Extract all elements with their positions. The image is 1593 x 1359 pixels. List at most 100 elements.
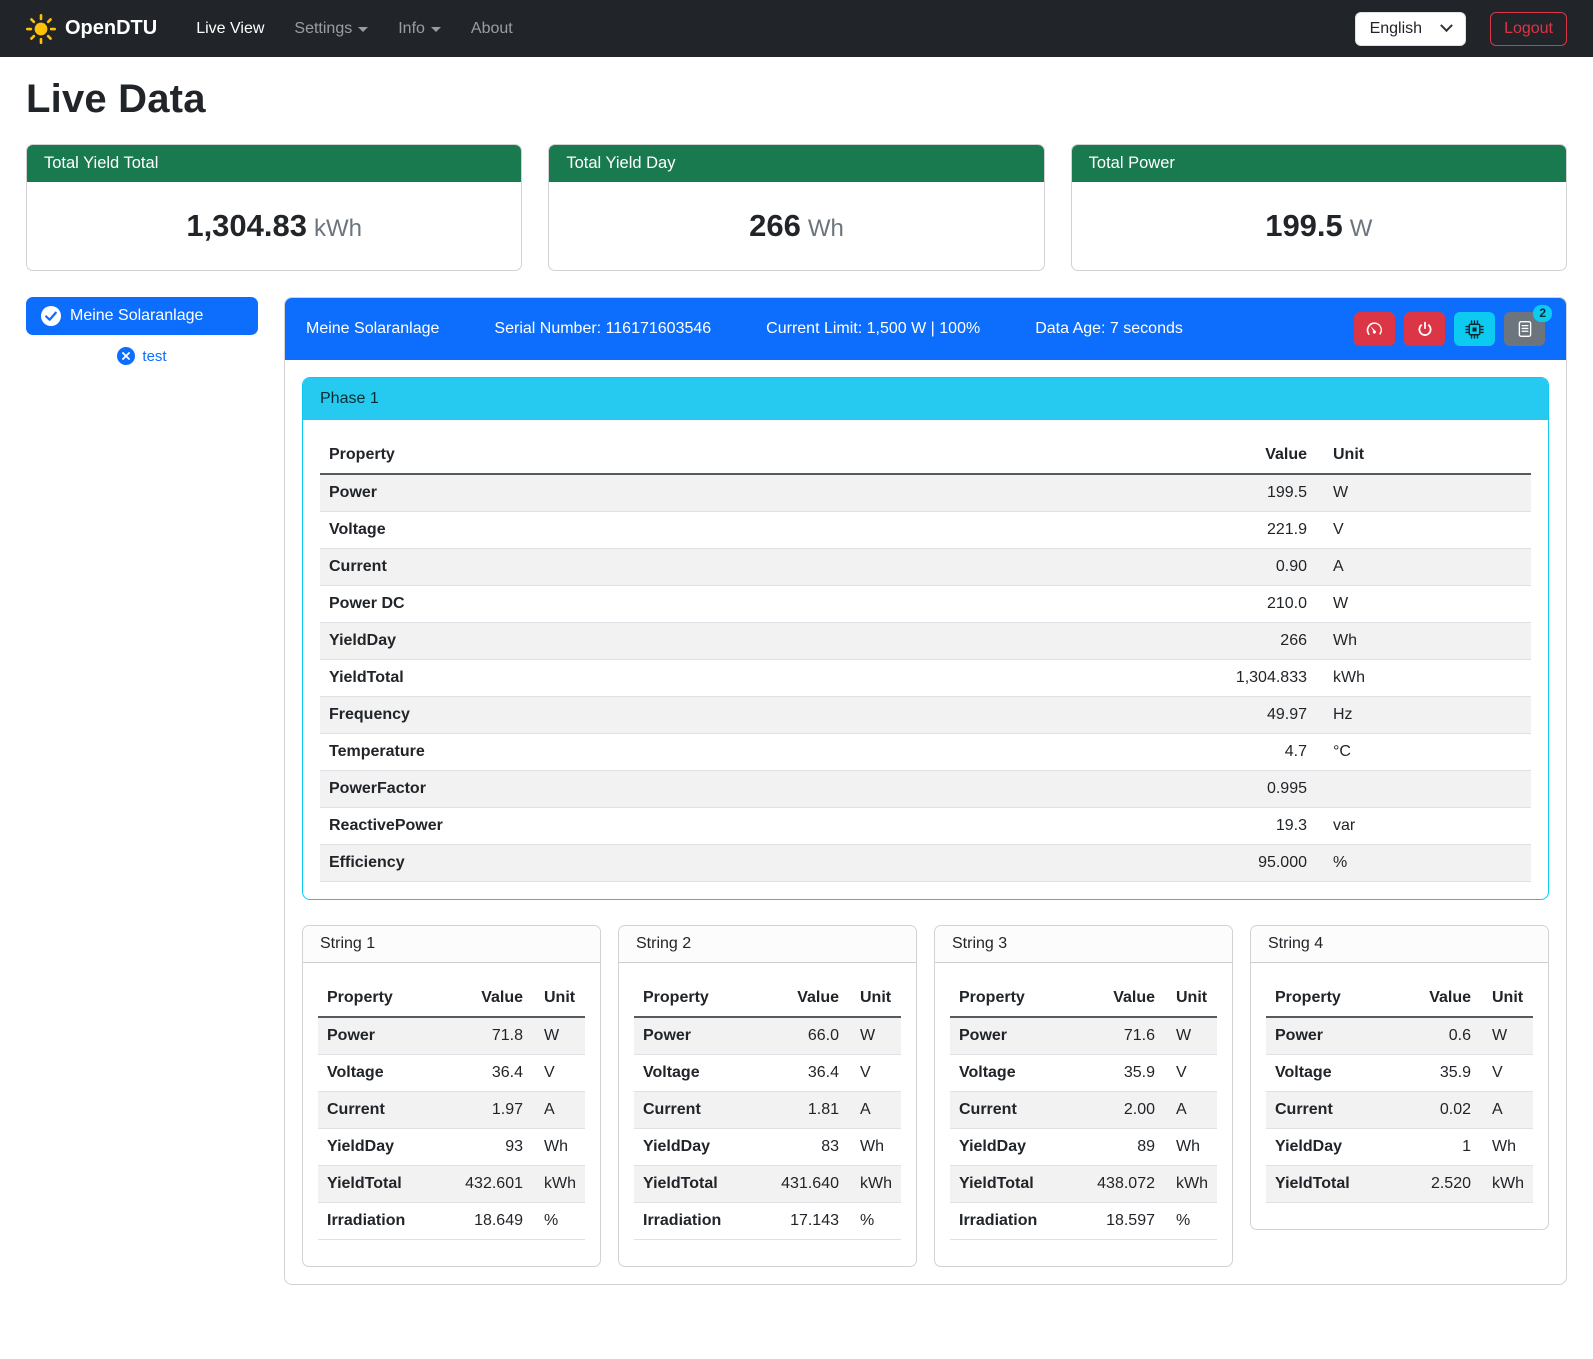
property-cell: Current — [1266, 1092, 1379, 1129]
property-cell: Power DC — [320, 586, 914, 623]
total-yield-day-value: 266 — [749, 208, 801, 243]
journal-list-icon — [1516, 320, 1534, 338]
inverter-sidebar: Meine Solaranlage test — [26, 297, 258, 365]
value-cell: 210.0 — [914, 586, 1316, 623]
table-row: Voltage36.4V — [318, 1055, 585, 1092]
table-header: Property Value Unit — [1266, 980, 1533, 1017]
property-cell: Voltage — [1266, 1055, 1379, 1092]
table-header: Property Value Unit — [950, 980, 1217, 1017]
unit-cell: A — [848, 1092, 901, 1129]
inverter-card-body: Phase 1 Property Value Unit Power199.5WV… — [285, 360, 1566, 1284]
table-row: Power66.0W — [634, 1017, 901, 1055]
table-row: YieldTotal1,304.833kWh — [320, 660, 1531, 697]
table-row: Current1.97A — [318, 1092, 585, 1129]
event-count-badge: 2 — [1533, 305, 1552, 322]
property-cell: YieldTotal — [950, 1166, 1063, 1203]
sidebar-item-test[interactable]: test — [26, 347, 258, 365]
property-cell: PowerFactor — [320, 771, 914, 808]
table-row: Voltage35.9V — [950, 1055, 1217, 1092]
string-card-title: String 2 — [619, 926, 916, 963]
limit-settings-button[interactable] — [1354, 312, 1395, 346]
unit-cell: % — [1164, 1203, 1217, 1240]
table-row: YieldDay93Wh — [318, 1129, 585, 1166]
power-button[interactable] — [1404, 312, 1445, 346]
unit-cell: W — [532, 1017, 585, 1055]
nav-item-label: Settings — [294, 20, 352, 38]
inverter-serial: Serial Number: 116171603546 — [494, 320, 711, 338]
value-cell: 71.8 — [431, 1017, 532, 1055]
string-3-card: String 3 Property Value Unit — [934, 925, 1233, 1267]
property-cell: Irradiation — [318, 1203, 431, 1240]
phase-table: Property Value Unit Power199.5WVoltage22… — [320, 437, 1531, 882]
power-icon — [1416, 320, 1434, 338]
property-cell: YieldDay — [634, 1129, 747, 1166]
language-select[interactable]: English — [1355, 12, 1466, 46]
phase-1-card: Phase 1 Property Value Unit Power199.5WV… — [302, 377, 1549, 900]
total-power-card: Total Power 199.5W — [1071, 144, 1567, 271]
unit-cell: W — [1316, 586, 1531, 623]
table-row: YieldDay83Wh — [634, 1129, 901, 1166]
string-2-card: String 2 Property Value Unit — [618, 925, 917, 1267]
column-header-value: Value — [1063, 980, 1164, 1017]
check-circle-icon — [41, 306, 61, 326]
inverter-name: Meine Solaranlage — [306, 320, 439, 338]
column-header-value: Value — [747, 980, 848, 1017]
property-cell: Frequency — [320, 697, 914, 734]
unit-cell: W — [1164, 1017, 1217, 1055]
property-cell: Power — [318, 1017, 431, 1055]
brand-label: OpenDTU — [65, 17, 157, 40]
inverter-card: Meine Solaranlage Serial Number: 1161716… — [284, 297, 1567, 1285]
logout-button[interactable]: Logout — [1490, 12, 1567, 46]
card-body: 266Wh — [549, 182, 1043, 270]
value-cell: 49.97 — [914, 697, 1316, 734]
nav-item-live-view[interactable]: Live View — [181, 12, 279, 46]
property-cell: Current — [950, 1092, 1063, 1129]
table-header: Property Value Unit — [318, 980, 585, 1017]
device-info-button[interactable] — [1454, 312, 1495, 346]
page-title: Live Data — [26, 77, 1567, 122]
unit-cell: % — [848, 1203, 901, 1240]
unit-cell: kWh — [532, 1166, 585, 1203]
column-header-property: Property — [318, 980, 431, 1017]
string-table: Property Value Unit Power0.6WVoltage35.9… — [1266, 980, 1533, 1203]
property-cell: Current — [318, 1092, 431, 1129]
property-cell: YieldDay — [318, 1129, 431, 1166]
inverter-limit: Current Limit: 1,500 W | 100% — [766, 320, 980, 338]
card-title: Total Yield Total — [27, 145, 521, 182]
unit-cell: kWh — [1316, 660, 1531, 697]
nav-item-settings[interactable]: Settings — [279, 12, 383, 46]
table-header: Property Value Unit — [634, 980, 901, 1017]
unit-cell: Wh — [848, 1129, 901, 1166]
column-header-unit: Unit — [532, 980, 585, 1017]
nav-item-about[interactable]: About — [456, 12, 528, 46]
table-row: YieldTotal431.640kWh — [634, 1166, 901, 1203]
unit-cell: W — [1316, 474, 1531, 512]
column-header-unit: Unit — [1480, 980, 1533, 1017]
event-log-button[interactable]: 2 — [1504, 312, 1545, 346]
table-row: YieldTotal432.601kWh — [318, 1166, 585, 1203]
table-row: PowerFactor0.995 — [320, 771, 1531, 808]
table-row: Power199.5W — [320, 474, 1531, 512]
unit-cell: var — [1316, 808, 1531, 845]
table-row: Voltage36.4V — [634, 1055, 901, 1092]
property-cell: Power — [1266, 1017, 1379, 1055]
brand[interactable]: OpenDTU — [26, 14, 157, 44]
table-row: Voltage35.9V — [1266, 1055, 1533, 1092]
unit-cell: V — [1164, 1055, 1217, 1092]
sidebar-test-label: test — [142, 348, 166, 365]
nav-item-info[interactable]: Info — [383, 12, 456, 46]
unit-cell: kWh — [848, 1166, 901, 1203]
unit-cell: A — [532, 1092, 585, 1129]
value-cell: 95.000 — [914, 845, 1316, 882]
speedometer-icon — [1365, 320, 1384, 339]
table-row: Temperature4.7°C — [320, 734, 1531, 771]
inverter-select-button[interactable]: Meine Solaranlage — [26, 297, 258, 335]
unit-cell: Hz — [1316, 697, 1531, 734]
property-cell: Voltage — [950, 1055, 1063, 1092]
total-power-unit: W — [1350, 215, 1373, 242]
nav-item-label: Info — [398, 20, 425, 38]
total-yield-day-card: Total Yield Day 266Wh — [548, 144, 1044, 271]
language-value: English — [1370, 20, 1422, 38]
property-cell: Irradiation — [634, 1203, 747, 1240]
value-cell: 266 — [914, 623, 1316, 660]
